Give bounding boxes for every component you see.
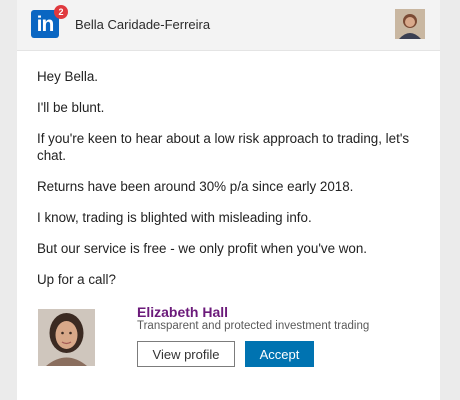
message-line: If you're keen to hear about a low risk … bbox=[37, 131, 410, 163]
linkedin-logo-wrap[interactable]: in 2 bbox=[31, 5, 68, 40]
view-profile-button[interactable]: View profile bbox=[137, 341, 235, 367]
invitation-card: in 2 Bella Caridade-Ferreira Hey Bella. … bbox=[17, 0, 440, 400]
accept-button[interactable]: Accept bbox=[245, 341, 314, 367]
message-line: Up for a call? bbox=[37, 272, 116, 287]
message-line: Hey Bella. bbox=[37, 69, 99, 84]
message-line: I'll be blunt. bbox=[37, 100, 105, 115]
sender-photo[interactable] bbox=[38, 309, 95, 366]
sender-photo-image bbox=[38, 309, 95, 366]
recipient-avatar[interactable] bbox=[395, 9, 425, 39]
message-body: Hey Bella. I'll be blunt. If you're keen… bbox=[37, 68, 427, 302]
email-header: in 2 Bella Caridade-Ferreira bbox=[17, 0, 440, 51]
recipient-avatar-image bbox=[395, 9, 425, 39]
message-line: Returns have been around 30% p/a since e… bbox=[37, 179, 354, 194]
message-line: But our service is free - we only profit… bbox=[37, 241, 368, 256]
sender-name[interactable]: Elizabeth Hall bbox=[137, 304, 228, 320]
notification-badge: 2 bbox=[54, 5, 68, 19]
message-line: I know, trading is blighted with mislead… bbox=[37, 210, 312, 225]
sender-tagline: Transparent and protected investment tra… bbox=[137, 320, 370, 332]
recipient-name: Bella Caridade-Ferreira bbox=[75, 17, 211, 32]
